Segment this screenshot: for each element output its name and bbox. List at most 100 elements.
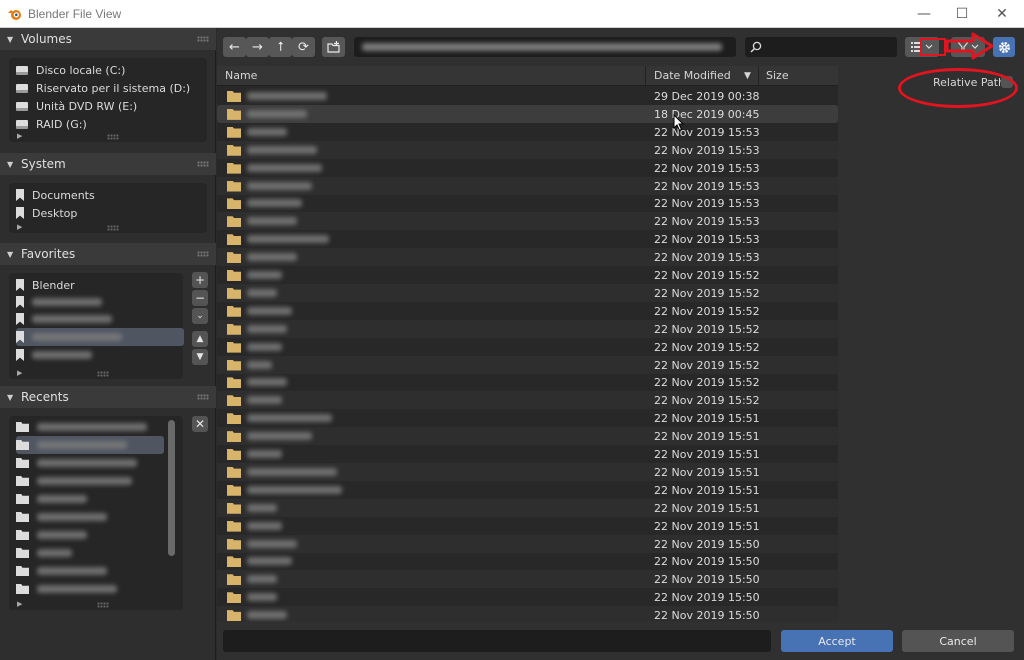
recent-item[interactable]	[16, 490, 87, 508]
recents-scrollbar[interactable]	[168, 420, 175, 556]
file-row[interactable]: 22 Nov 2019 15:50	[217, 606, 838, 622]
recent-item[interactable]	[16, 580, 117, 598]
drag-grip-icon[interactable]	[197, 251, 209, 257]
file-date-modified: 22 Nov 2019 15:52	[654, 376, 760, 390]
column-separator[interactable]	[758, 66, 759, 86]
file-row[interactable]: 22 Nov 2019 15:50	[217, 534, 838, 553]
recent-item[interactable]	[16, 508, 107, 526]
file-row[interactable]: 18 Dec 2019 00:45	[217, 104, 838, 123]
recent-item[interactable]	[16, 454, 137, 472]
file-row[interactable]: 22 Nov 2019 15:53	[217, 212, 838, 231]
file-row[interactable]: 22 Nov 2019 15:51	[217, 498, 838, 517]
accept-button[interactable]: Accept	[781, 630, 893, 652]
recent-item[interactable]	[16, 472, 132, 490]
refresh-button[interactable]: ⟳	[292, 37, 315, 57]
file-row[interactable]: 29 Dec 2019 00:38	[217, 87, 838, 105]
file-row[interactable]: 22 Nov 2019 15:52	[217, 338, 838, 356]
minimize-button[interactable]: —	[904, 0, 944, 28]
file-row[interactable]: 22 Nov 2019 15:51	[217, 445, 838, 463]
file-row[interactable]: 22 Nov 2019 15:50	[217, 570, 838, 589]
favorite-item[interactable]	[16, 310, 112, 328]
file-row[interactable]: 22 Nov 2019 15:53	[217, 176, 838, 195]
recent-item[interactable]	[16, 544, 72, 562]
favorite-item[interactable]: Blender	[16, 276, 75, 294]
resize-grip-icon[interactable]	[107, 225, 119, 231]
move-down-button[interactable]: ▼	[192, 349, 208, 365]
recent-item[interactable]	[16, 526, 87, 544]
volume-item[interactable]: Riservato per il sistema (D:)	[16, 79, 190, 97]
file-row[interactable]: 22 Nov 2019 15:51	[217, 462, 838, 481]
file-row[interactable]: 22 Nov 2019 15:51	[217, 427, 838, 446]
parent-directory-button[interactable]: ⭡	[269, 37, 292, 57]
panel-header-favorites[interactable]: ▼ Favorites	[0, 243, 216, 265]
drag-grip-icon[interactable]	[197, 161, 209, 167]
file-row[interactable]: 22 Nov 2019 15:53	[217, 248, 838, 267]
move-up-button[interactable]: ▲	[192, 331, 208, 347]
add-bookmark-button[interactable]: +	[192, 272, 208, 288]
maximize-button[interactable]: ☐	[942, 0, 982, 28]
file-row[interactable]: 22 Nov 2019 15:52	[217, 319, 838, 338]
cancel-button[interactable]: Cancel	[902, 630, 1014, 652]
file-row[interactable]: 22 Nov 2019 15:50	[217, 588, 838, 606]
system-item-documents[interactable]: Documents	[16, 186, 95, 204]
file-row[interactable]: 22 Nov 2019 15:52	[217, 283, 838, 302]
panel-header-volumes[interactable]: ▼ Volumes	[0, 28, 216, 50]
close-window-button[interactable]: ✕	[982, 0, 1022, 28]
resize-grip-icon[interactable]	[97, 602, 109, 608]
expand-triangle-icon[interactable]: ▶	[17, 369, 22, 377]
file-row[interactable]: 22 Nov 2019 15:51	[217, 517, 838, 535]
search-input[interactable]	[767, 40, 887, 53]
back-button[interactable]: ←	[223, 37, 246, 57]
remove-bookmark-button[interactable]: −	[192, 290, 208, 306]
clear-recents-button[interactable]: ✕	[192, 416, 208, 432]
column-header-date[interactable]: Date Modified	[654, 69, 731, 82]
file-row[interactable]: 22 Nov 2019 15:52	[217, 302, 838, 320]
file-row[interactable]: 22 Nov 2019 15:53	[217, 230, 838, 248]
favorite-item-selected[interactable]	[16, 328, 184, 346]
file-row[interactable]: 22 Nov 2019 15:52	[217, 266, 838, 284]
file-row[interactable]: 22 Nov 2019 15:52	[217, 391, 838, 410]
volume-item[interactable]: Unità DVD RW (E:)	[16, 97, 137, 115]
favorite-item[interactable]	[16, 346, 92, 364]
column-header-name[interactable]: Name	[225, 69, 257, 82]
volume-item[interactable]: Disco locale (C:)	[16, 61, 125, 79]
file-row[interactable]: 22 Nov 2019 15:52	[217, 373, 838, 391]
panel-header-recents[interactable]: ▼ Recents	[0, 386, 216, 408]
recent-item[interactable]	[16, 418, 147, 436]
drag-grip-icon[interactable]	[197, 36, 209, 42]
sort-descending-icon[interactable]: ▼	[744, 71, 751, 81]
file-row[interactable]: 22 Nov 2019 15:51	[217, 481, 838, 499]
file-row[interactable]: 22 Nov 2019 15:52	[217, 355, 838, 374]
file-row[interactable]: 22 Nov 2019 15:53	[217, 194, 838, 212]
file-row[interactable]: 22 Nov 2019 15:53	[217, 123, 838, 141]
file-row[interactable]: 22 Nov 2019 15:53	[217, 140, 838, 159]
column-separator[interactable]	[645, 66, 646, 86]
panel-header-system[interactable]: ▼ System	[0, 153, 216, 175]
folder-icon	[16, 548, 29, 558]
recent-item-selected[interactable]	[16, 436, 164, 454]
expand-triangle-icon[interactable]: ▶	[17, 132, 22, 140]
favorite-item[interactable]	[16, 293, 102, 311]
settings-gear-button[interactable]	[993, 37, 1015, 57]
expand-triangle-icon[interactable]: ▶	[17, 600, 22, 608]
column-header-size[interactable]: Size	[766, 69, 789, 82]
resize-grip-icon[interactable]	[107, 134, 119, 140]
file-row[interactable]: 22 Nov 2019 15:50	[217, 552, 838, 570]
blurred-filename	[247, 306, 292, 315]
expand-triangle-icon[interactable]: ▶	[17, 223, 22, 231]
drag-grip-icon[interactable]	[197, 394, 209, 400]
bookmark-menu-chevron-icon[interactable]: ⌄	[192, 308, 208, 324]
volume-item[interactable]: RAID (G:)	[16, 115, 87, 133]
system-item-desktop[interactable]: Desktop	[16, 204, 77, 222]
resize-grip-icon[interactable]	[97, 371, 109, 377]
filename-input[interactable]	[223, 630, 771, 652]
recent-item[interactable]	[16, 562, 107, 580]
system-list: Documents Desktop ▶	[9, 183, 207, 233]
new-folder-button[interactable]	[322, 37, 345, 57]
search-field[interactable]	[745, 37, 897, 57]
folder-icon	[227, 270, 241, 281]
forward-button[interactable]: →	[246, 37, 269, 57]
file-row[interactable]: 22 Nov 2019 15:51	[217, 409, 838, 427]
directory-path-input[interactable]	[354, 37, 736, 57]
file-row[interactable]: 22 Nov 2019 15:53	[217, 159, 838, 177]
